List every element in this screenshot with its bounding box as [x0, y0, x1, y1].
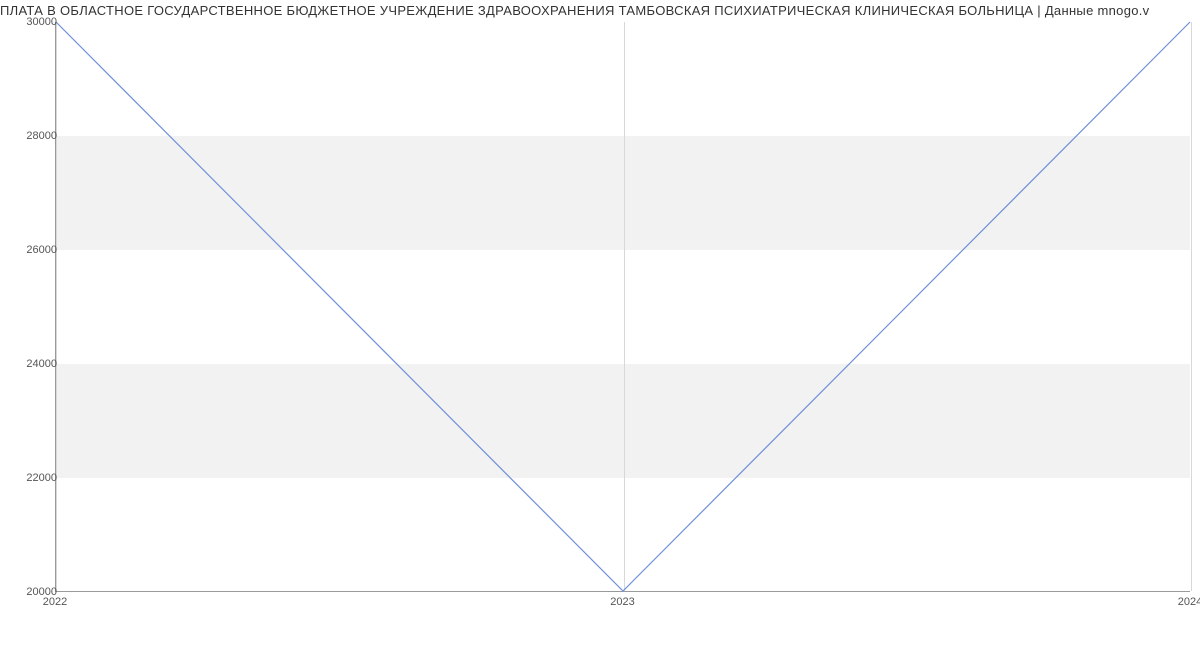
y-tick-label: 22000	[26, 472, 57, 484]
plot-region	[55, 22, 1190, 592]
chart-area	[55, 22, 1190, 592]
y-tick-label: 26000	[26, 244, 57, 256]
y-tick-label: 30000	[26, 16, 57, 28]
x-tick-label: 2023	[610, 596, 634, 608]
chart-line	[56, 22, 1190, 591]
y-tick-label: 28000	[26, 130, 57, 142]
y-tick-label: 24000	[26, 358, 57, 370]
gridline-vertical	[1191, 22, 1192, 591]
chart-title: ПЛАТА В ОБЛАСТНОЕ ГОСУДАРСТВЕННОЕ БЮДЖЕТ…	[0, 3, 1149, 18]
x-tick-label: 2024	[1178, 596, 1200, 608]
x-tick-label: 2022	[43, 596, 67, 608]
